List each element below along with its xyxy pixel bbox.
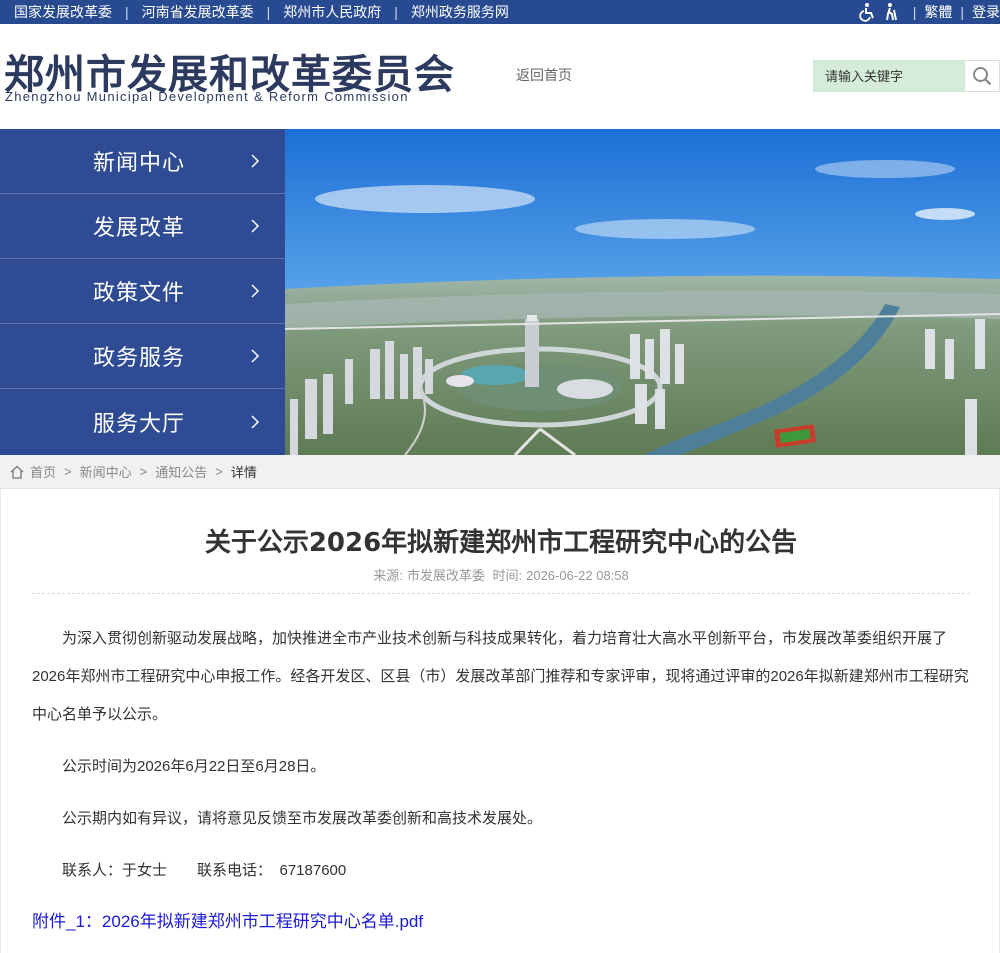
article-meta: 来源: 市发展改革委 时间: 2026-06-22 08:58 (1, 565, 1000, 584)
breadcrumb-notices[interactable]: 通知公告 (155, 462, 207, 481)
site-logo-subtitle: Zhengzhou Municipal Development & Reform… (5, 89, 409, 104)
nav-item-label: 服务大厅 (93, 412, 186, 437)
article-divider (32, 593, 970, 594)
article-title: 关于公示2026年拟新建郑州市工程研究中心的公告 (204, 528, 798, 558)
elderly-icon[interactable] (881, 2, 901, 22)
city-aerial-illustration (285, 129, 1000, 455)
link-henan-drc[interactable]: 河南省发展改革委 (142, 2, 254, 22)
article-time: 2026-06-22 08:58 (526, 568, 629, 583)
top-bar-tools: | 繁體 | 登录 (857, 0, 1000, 24)
article-paragraph: 为深入贯彻创新驱动发展战略，加快推进全市产业技术创新与科技成果转化，着力培育壮大… (32, 630, 969, 723)
city-banner-image (285, 129, 1000, 455)
search-box (813, 60, 1000, 92)
login-link[interactable]: 登录 (972, 2, 1000, 22)
traditional-chinese-link[interactable]: 繁體 (924, 2, 952, 22)
breadcrumb-separator: > (64, 464, 72, 479)
nav-item-label: 发展改革 (93, 216, 186, 241)
link-zhengzhou-service[interactable]: 郑州政务服务网 (411, 2, 509, 22)
search-input[interactable] (813, 60, 965, 92)
chevron-right-icon (251, 219, 260, 233)
chevron-right-icon (251, 284, 260, 298)
article: 关于公示2026年拟新建郑州市工程研究中心的公告 来源: 市发展改革委 时间: 20… (0, 489, 1000, 953)
nav-item-label: 新闻中心 (93, 151, 186, 176)
article-paragraph: 公示期内如有异议，请将意见反馈至市发展改革委创新和高技术发展处。 (62, 810, 543, 827)
nav-item-development[interactable]: 发展改革 (0, 194, 285, 259)
divider: | (394, 4, 398, 20)
nav-item-service-hall[interactable]: 服务大厅 (0, 389, 285, 455)
nav-item-news[interactable]: 新闻中心 (0, 129, 285, 194)
article-paragraph: 联系人：于女士 联系电话： 67187600 (62, 862, 347, 879)
article-body: 为深入贯彻创新驱动发展战略，加快推进全市产业技术创新与科技成果转化，着力培育壮大… (32, 620, 972, 890)
breadcrumb-home[interactable]: 首页 (30, 462, 56, 481)
divider: | (266, 4, 271, 20)
nav-item-label: 政策文件 (93, 281, 186, 306)
divider: | (960, 4, 964, 20)
search-button[interactable] (964, 60, 1000, 92)
nav-item-gov-service[interactable]: 政务服务 (0, 324, 285, 389)
main-nav: 新闻中心 发展改革 政策文件 政务服务 服务大厅 (0, 129, 285, 455)
breadcrumb-separator: > (139, 464, 148, 479)
top-bar: 国家发展改革委 | 河南省发展改革委 | 郑州市人民政府 | 郑州政务服务网 |… (0, 0, 1000, 24)
source-label: 来源: (373, 568, 403, 583)
breadcrumb-news-center[interactable]: 新闻中心 (80, 462, 132, 481)
breadcrumb-separator: > (215, 464, 223, 479)
external-links: 国家发展改革委 | 河南省发展改革委 | 郑州市人民政府 | 郑州政务服务网 (14, 0, 509, 24)
wheelchair-icon[interactable] (857, 2, 877, 22)
return-home-link[interactable]: 返回首页 (516, 65, 572, 85)
attachment-link[interactable]: 附件_1：2026年拟新建郑州市工程研究中心名单.pdf (32, 907, 423, 932)
divider: | (125, 4, 129, 20)
divider: | (912, 4, 917, 20)
article-paragraph: 公示时间为2026年6月22日至6月28日。 (62, 758, 326, 775)
time-label: 时间: (492, 568, 523, 583)
nav-item-label: 政务服务 (93, 346, 186, 371)
chevron-right-icon (251, 415, 260, 429)
nav-item-policy[interactable]: 政策文件 (0, 259, 285, 324)
article-source: 市发展改革委 (406, 568, 485, 583)
link-ndrc[interactable]: 国家发展改革委 (14, 2, 112, 22)
breadcrumb-current: 详情 (230, 465, 257, 480)
breadcrumb: 首页 > 新闻中心 > 通知公告 > 详情 (0, 455, 1000, 489)
chevron-right-icon (251, 349, 260, 363)
link-zhengzhou-gov[interactable]: 郑州市人民政府 (283, 2, 381, 22)
chevron-right-icon (251, 154, 260, 168)
home-icon (10, 465, 24, 479)
search-icon (973, 67, 992, 86)
site-header: 郑州市发展和改革委员会 Zhengzhou Municipal Developm… (0, 24, 1000, 129)
